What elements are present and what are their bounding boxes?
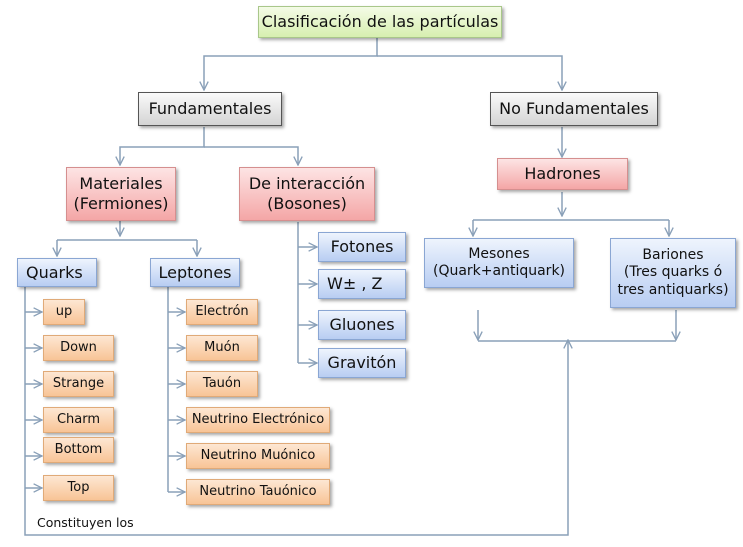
lepton-neutrino-electronico: Neutrino Electrónico	[186, 407, 330, 433]
lepton-muon: Muón	[186, 335, 258, 361]
boson-w-z: W± , Z	[318, 269, 406, 299]
quark-top: Top	[43, 475, 114, 501]
node-materiales: Materiales (Fermiones)	[66, 167, 176, 221]
quark-charm: Charm	[43, 407, 114, 433]
interaccion-line2: (Bosones)	[267, 194, 347, 213]
connector-root	[204, 38, 378, 90]
boson-graviton: Gravitón	[318, 348, 406, 378]
node-mesones: Mesones (Quark+antiquark)	[424, 238, 574, 288]
quark-down: Down	[43, 335, 114, 361]
node-hadrones: Hadrones	[497, 158, 628, 190]
boson-fotones: Fotones	[318, 232, 406, 262]
mesones-line2: (Quark+antiquark)	[432, 263, 566, 279]
quark-up: up	[43, 299, 85, 325]
lepton-electron: Electrón	[186, 299, 258, 325]
bariones-line3: tres antiquarks)	[617, 281, 729, 298]
lepton-neutrino-tauonico: Neutrino Tauónico	[186, 479, 330, 505]
interaccion-line1: De interacción	[248, 174, 366, 193]
node-no-fundamentales: No Fundamentales	[490, 92, 658, 126]
bariones-line2: (Tres quarks ó	[623, 264, 723, 281]
node-bariones: Bariones (Tres quarks ó tres antiquarks)	[610, 238, 736, 308]
materiales-line2: (Fermiones)	[73, 194, 169, 213]
bariones-line1: Bariones	[642, 246, 704, 263]
node-quarks: Quarks	[17, 258, 97, 287]
constituyen-label: Constituyen los	[37, 515, 134, 530]
quark-bottom: Bottom	[43, 437, 114, 463]
lepton-neutrino-muonico: Neutrino Muónico	[186, 443, 330, 469]
materiales-line1: Materiales	[79, 174, 163, 193]
node-leptones: Leptones	[150, 258, 240, 287]
node-interaccion: De interacción (Bosones)	[239, 167, 375, 221]
boson-gluones: Gluones	[318, 310, 406, 340]
connector-root-right	[377, 55, 562, 90]
connector-fundamentales	[120, 127, 205, 165]
connector-fundamentales-right	[204, 146, 298, 165]
lepton-tauon: Tauón	[186, 371, 258, 397]
quark-strange: Strange	[43, 371, 114, 397]
mesones-line1: Mesones	[468, 245, 530, 262]
root-node-title: Clasificación de las partículas	[258, 6, 502, 38]
node-fundamentales: Fundamentales	[138, 92, 282, 126]
